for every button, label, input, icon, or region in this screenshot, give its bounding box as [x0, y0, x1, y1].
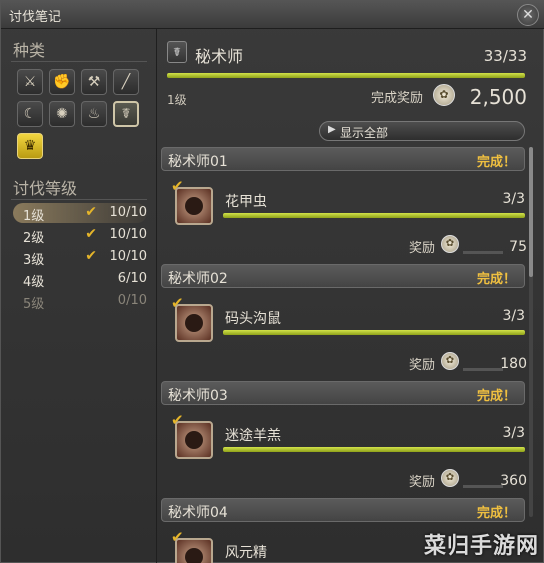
- level-label: 5级: [23, 297, 45, 312]
- class-name: 秘术师: [195, 47, 244, 66]
- spear-icon[interactable]: ╱: [113, 69, 139, 95]
- reward-value: 360: [500, 473, 527, 489]
- crossed-swords-icon[interactable]: ⚔: [17, 69, 43, 95]
- seal-coin-icon: ✿: [441, 235, 459, 253]
- group-name: 秘术师04: [168, 505, 228, 521]
- monster-progress-bar: [223, 213, 525, 218]
- sparkle-icon[interactable]: ✺: [49, 101, 75, 127]
- level-row[interactable]: 4级 6/10: [13, 269, 147, 290]
- completion-reward-value: 2,500: [469, 85, 527, 109]
- watermark: 菜归手游网: [423, 534, 539, 559]
- monster-portrait-icon: [175, 538, 213, 563]
- monster-progress-fill: [223, 447, 525, 452]
- checkmark-icon: ✔: [85, 248, 97, 264]
- level-label: 3级: [23, 253, 45, 268]
- level-count: 10/10: [109, 205, 147, 220]
- arcanist-book-icon[interactable]: ☤: [113, 101, 139, 127]
- reward-value: 180: [500, 356, 527, 372]
- complete-badge: 完成！: [476, 389, 516, 404]
- complete-badge: 完成！: [476, 272, 516, 287]
- monster-name: 风元精: [225, 545, 267, 561]
- right-panel: ☤ 秘术师 33/33 1级 完成奖励 ✿ 2,500 ▶ 显示全部 秘术师01…: [157, 29, 544, 563]
- group-name: 秘术师01: [168, 154, 228, 170]
- monster-progress-fill: [223, 330, 525, 335]
- monster-progress-bar: [223, 330, 525, 335]
- category-title: 种类: [13, 41, 46, 60]
- monster-progress-bar: [223, 447, 525, 452]
- monster-count: 3/3: [502, 425, 525, 441]
- monster-name: 迷途羊羔: [225, 428, 281, 444]
- level-row[interactable]: 3级 ✔ 10/10: [13, 247, 147, 268]
- play-arrow-icon: ▶: [328, 124, 336, 135]
- seal-coin-icon: ✿: [433, 84, 455, 106]
- gauntlet-icon[interactable]: ✊: [49, 69, 75, 95]
- level-row[interactable]: 1级 ✔ 10/10: [13, 203, 147, 224]
- checkmark-icon: ✔: [85, 204, 97, 220]
- double-axe-icon[interactable]: ⚒: [81, 69, 107, 95]
- complete-badge: 完成！: [476, 155, 516, 170]
- group-header[interactable]: 秘术师04 完成！: [161, 498, 525, 522]
- monster-portrait-icon: [175, 421, 213, 459]
- monster-count: 3/3: [502, 191, 525, 207]
- completion-reward-label: 完成奖励: [371, 91, 424, 106]
- complete-badge: 完成！: [476, 506, 516, 521]
- group-header[interactable]: 秘术师03 完成！: [161, 381, 525, 405]
- level-label: 1级: [23, 209, 45, 224]
- monster-silhouette: [185, 197, 203, 215]
- reward-bar: [463, 368, 503, 371]
- divider: [11, 61, 147, 62]
- reward-bar: [463, 251, 503, 254]
- arcanist-class-icon: ☤: [167, 41, 187, 63]
- group-header[interactable]: 秘术师02 完成！: [161, 264, 525, 288]
- class-level: 1级: [167, 93, 187, 107]
- level-label: 4级: [23, 275, 45, 290]
- level-count: 0/10: [117, 293, 147, 308]
- level-count: 10/10: [109, 249, 147, 264]
- flame-icon[interactable]: ♨: [81, 101, 107, 127]
- show-all-label: 显示全部: [340, 126, 389, 140]
- checkmark-icon: ✔: [85, 226, 97, 242]
- class-progress-bar: [167, 73, 525, 78]
- monster-name: 花甲虫: [225, 194, 267, 210]
- group-name: 秘术师02: [168, 271, 228, 287]
- class-progress-count: 33/33: [483, 47, 527, 65]
- seal-coin-icon: ✿: [441, 469, 459, 487]
- level-label: 2级: [23, 231, 45, 246]
- hunting-log-window: 讨伐笔记 ✕ 种类 ⚔ ✊ ⚒ ╱ ☾ ✺ ♨ ☤ ♛ 讨伐等级 1级 ✔ 10/10 2级 ✔ 10/1…: [0, 0, 544, 563]
- monster-count: 3/3: [502, 308, 525, 324]
- reward-label: 奖励: [409, 358, 436, 373]
- bow-icon[interactable]: ☾: [17, 101, 43, 127]
- monster-silhouette: [185, 548, 203, 563]
- level-row[interactable]: 5级 0/10: [13, 291, 147, 312]
- divider: [11, 199, 147, 200]
- monster-silhouette: [185, 314, 203, 332]
- window-title: 讨伐笔记: [9, 10, 62, 25]
- reward-value: 75: [509, 239, 527, 255]
- monster-portrait-icon: [175, 187, 213, 225]
- reward-bar: [463, 485, 503, 488]
- scrollbar-thumb[interactable]: [529, 147, 533, 277]
- close-icon[interactable]: ✕: [517, 4, 539, 26]
- seal-coin-icon: ✿: [441, 352, 459, 370]
- title-bar[interactable]: 讨伐笔记 ✕: [1, 1, 544, 29]
- level-count: 10/10: [109, 227, 147, 242]
- show-all-button[interactable]: ▶ 显示全部: [319, 121, 525, 141]
- reward-label: 奖励: [409, 475, 436, 490]
- reward-label: 奖励: [409, 241, 436, 256]
- group-header[interactable]: 秘术师01 完成！: [161, 147, 525, 171]
- group-name: 秘术师03: [168, 388, 228, 404]
- level-count: 6/10: [117, 271, 147, 286]
- left-panel: 种类 ⚔ ✊ ⚒ ╱ ☾ ✺ ♨ ☤ ♛ 讨伐等级 1级 ✔ 10/10 2级 ✔ 10/10 3级 ✔ 10/…: [1, 29, 157, 563]
- level-title: 讨伐等级: [13, 179, 78, 198]
- monster-portrait-icon: [175, 304, 213, 342]
- class-progress-fill: [167, 73, 525, 78]
- monster-progress-fill: [223, 213, 525, 218]
- monster-name: 码头沟鼠: [225, 311, 281, 327]
- monster-silhouette: [185, 431, 203, 449]
- level-row[interactable]: 2级 ✔ 10/10: [13, 225, 147, 246]
- grand-company-icon[interactable]: ♛: [17, 133, 43, 159]
